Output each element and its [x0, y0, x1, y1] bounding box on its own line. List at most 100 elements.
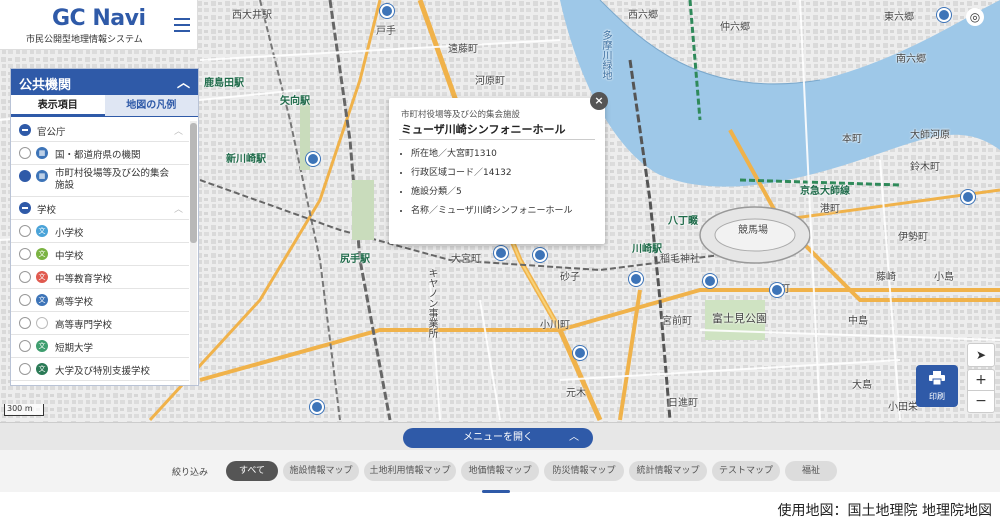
layer-checkbox[interactable]	[19, 170, 31, 182]
printer-icon	[929, 371, 945, 385]
print-button[interactable]: 印刷	[916, 365, 958, 407]
facility-pin[interactable]	[629, 272, 643, 286]
zoom-out-button[interactable]: −	[967, 391, 995, 413]
layer-label: 短期大学	[55, 343, 94, 354]
building-icon: ▦	[36, 147, 48, 159]
building-icon: ▦	[36, 170, 48, 182]
facility-pin[interactable]	[310, 400, 324, 414]
close-icon[interactable]: ×	[590, 92, 608, 110]
layer-row[interactable]: 文 大学及び特別支援学校	[11, 358, 189, 381]
facility-pin[interactable]	[703, 274, 717, 288]
panel-header[interactable]: 公共機関 ︿	[11, 69, 198, 95]
filter-chip[interactable]: 統計情報マップ	[629, 461, 707, 481]
facility-pin[interactable]	[961, 190, 975, 204]
filter-chip[interactable]: 地価情報マップ	[461, 461, 539, 481]
layer-label: 高等専門学校	[55, 320, 113, 331]
layer-row[interactable]: 文 中学校	[11, 243, 189, 266]
layer-checkbox[interactable]	[19, 225, 31, 237]
hamburger-menu-icon[interactable]	[174, 18, 190, 32]
filter-chip[interactable]: 防災情報マップ	[544, 461, 624, 481]
popup-field: 施設分類／5	[411, 186, 591, 198]
layer-label: 中等教育学校	[55, 274, 113, 285]
collapse-icon[interactable]	[19, 124, 31, 136]
open-menu-label: メニューを開く	[463, 432, 533, 443]
facility-pin[interactable]	[494, 246, 508, 260]
print-label: 印刷	[929, 392, 945, 401]
layer-checkbox[interactable]	[19, 363, 31, 375]
layer-row[interactable]: ▦ 国・都道府県の機関	[11, 142, 189, 165]
popup-title: ミューザ川崎シンフォニーホール	[401, 123, 566, 136]
category-label: 官公庁	[37, 127, 66, 138]
scrollbar-thumb[interactable]	[190, 123, 197, 243]
filter-chip[interactable]: 施設情報マップ	[283, 461, 359, 481]
facility-pin[interactable]	[770, 283, 784, 297]
map-label: 藤崎	[876, 272, 896, 283]
popup-divider	[399, 139, 595, 140]
compass-icon[interactable]: ◎	[966, 8, 984, 26]
chevron-up-icon[interactable]: ︿	[177, 72, 190, 91]
map-label: 小島	[934, 272, 954, 283]
map-label: 富士見公園	[712, 312, 767, 325]
filter-bar: 絞り込み すべて 施設情報マップ 土地利用情報マップ 地価情報マップ 防災情報マ…	[0, 450, 1000, 493]
category-row[interactable]: 学校 ︿	[11, 197, 189, 220]
layer-checkbox[interactable]	[19, 317, 31, 329]
facility-pin[interactable]	[533, 248, 547, 262]
layer-label: 高等学校	[55, 297, 94, 308]
facility-pin[interactable]	[573, 346, 587, 360]
map-label: 鈴木町	[910, 162, 940, 173]
filter-chip-all[interactable]: すべて	[226, 461, 278, 481]
tab-display-items[interactable]: 表示項目	[11, 95, 105, 116]
map-label: 川崎駅	[632, 244, 662, 255]
layer-checkbox[interactable]	[19, 271, 31, 283]
school-icon: 文	[36, 248, 48, 260]
facility-pin[interactable]	[306, 152, 320, 166]
map-label: 小田栄	[888, 402, 918, 413]
panel-scrollbar[interactable]	[190, 121, 197, 385]
tab-map-legend[interactable]: 地図の凡例	[104, 95, 198, 116]
layer-row[interactable]: ▦ 市町村役場等及び公的集会施設	[11, 165, 189, 197]
filter-chip[interactable]: 福祉	[785, 461, 837, 481]
filter-chip[interactable]: 土地利用情報マップ	[364, 461, 456, 481]
category-row[interactable]: 官公庁 ︿	[11, 119, 189, 142]
filter-chip[interactable]: テストマップ	[712, 461, 780, 481]
school-icon: 文	[36, 340, 48, 352]
map-label: 伊勢町	[898, 232, 928, 243]
facility-pin[interactable]	[937, 8, 951, 22]
layer-label: 小学校	[55, 228, 84, 239]
facility-popup: 市町村役場等及び公的集会施設 ミューザ川崎シンフォニーホール 所在地／大宮町13…	[389, 98, 605, 244]
facility-pin[interactable]	[380, 4, 394, 18]
map-label: 稲毛神社	[660, 254, 700, 265]
locate-icon[interactable]: ➤	[967, 343, 995, 367]
map-label: 中島	[848, 316, 868, 327]
layer-row[interactable]: 高等専門学校	[11, 312, 189, 335]
map-label: 本町	[842, 134, 862, 145]
layer-row[interactable]: 文 高等学校	[11, 289, 189, 312]
layer-checkbox[interactable]	[19, 294, 31, 306]
map-label: 新川崎駅	[226, 154, 266, 165]
layer-row[interactable]: 文 小学校	[11, 220, 189, 243]
popup-category: 市町村役場等及び公的集会施設	[401, 110, 521, 120]
menu-strip: メニューを開く ︿	[0, 422, 1000, 450]
layer-row[interactable]: 文 短期大学	[11, 335, 189, 358]
layer-checkbox[interactable]	[19, 147, 31, 159]
scale-bar: 300 m	[4, 404, 44, 416]
popup-field: 行政区域コード／14132	[411, 167, 591, 179]
map-label: 砂子	[560, 272, 580, 283]
map-label: 大宮町	[451, 254, 481, 265]
collapse-icon[interactable]	[19, 202, 31, 214]
map-label: 多摩川緑地	[600, 30, 611, 80]
map-label: 宮前町	[662, 316, 692, 327]
layer-checkbox[interactable]	[19, 248, 31, 260]
layer-label: 中学校	[55, 251, 84, 262]
open-menu-button[interactable]: メニューを開く ︿	[403, 428, 593, 448]
category-label: 学校	[37, 205, 57, 216]
map-label: 遠藤町	[448, 44, 478, 55]
app-logo[interactable]: GC Navi	[52, 6, 146, 31]
layer-row[interactable]: 文 中等教育学校	[11, 266, 189, 289]
filter-scroll-indicator	[482, 490, 510, 493]
layer-checkbox[interactable]	[19, 340, 31, 352]
map-label: 尻手駅	[340, 254, 370, 265]
app-subtitle: 市民公開型地理情報システム	[26, 35, 143, 45]
map-label: 仲六郷	[720, 22, 750, 33]
zoom-in-button[interactable]: +	[967, 369, 995, 391]
